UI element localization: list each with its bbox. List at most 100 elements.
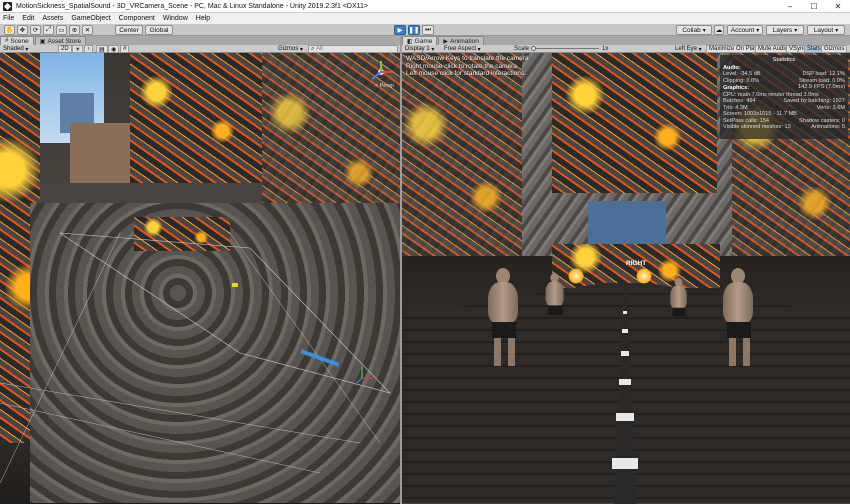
figure-shorts xyxy=(727,322,751,338)
menu-window[interactable]: Window xyxy=(163,15,188,22)
figure-shorts xyxy=(548,305,563,315)
figure-leg xyxy=(743,338,750,366)
camera-frustum-lines xyxy=(0,232,391,484)
space-toggle[interactable]: Global xyxy=(145,25,173,35)
road-dash xyxy=(622,329,628,333)
collab-dropdown[interactable]: Collab xyxy=(676,25,712,35)
stat-verts: Verts: 3.6M xyxy=(816,104,845,111)
fire-burst xyxy=(568,268,584,284)
gizmos-label: Gizmos xyxy=(278,46,299,52)
maximize-button[interactable]: ☐ xyxy=(802,0,826,13)
scene-search-field[interactable]: ⌕ All xyxy=(308,45,398,53)
axis-gizmo-icon xyxy=(371,61,392,80)
game-lava-ceiling-block xyxy=(552,53,717,193)
menu-help[interactable]: Help xyxy=(196,15,210,22)
account-dropdown[interactable]: Account xyxy=(727,25,763,35)
lighting-toggle-icon[interactable]: ☀ xyxy=(72,45,84,53)
menu-component[interactable]: Component xyxy=(119,15,155,22)
perspective-label[interactable]: < Persp xyxy=(375,83,394,89)
title-bar: MotionSickness_SpatialSound - 3D_VRCamer… xyxy=(0,0,850,13)
scene-viewport[interactable]: < Persp xyxy=(0,53,400,504)
aspect-dropdown[interactable]: Free Aspect ▾ xyxy=(444,45,481,53)
tab-game[interactable]: ◧ Game xyxy=(402,36,438,45)
scale-slider-track xyxy=(531,48,599,49)
collab-label: Collab xyxy=(682,26,701,34)
move-tool-icon[interactable]: ✥ xyxy=(17,25,28,35)
scale-label: Scale xyxy=(514,46,530,52)
audio-toggle-icon[interactable]: ♪ xyxy=(84,45,93,53)
game-control-bar: Display 1 ▾ Free Aspect ▾ Scale 1x Left … xyxy=(402,45,850,53)
scene-panel: # Scene ▣ Asset Store Shaded ▾ 2D ☀ ♪ ▤ ◉ … xyxy=(0,36,400,504)
statistics-overlay: Statistics Audio: Level: -34.5 dB DSP loa… xyxy=(720,55,848,139)
gizmos-dropdown[interactable]: Gizmos ▾ xyxy=(278,45,303,53)
cloud-icon[interactable]: ☁ xyxy=(714,25,724,35)
scene-control-bar: Shaded ▾ 2D ☀ ♪ ▤ ◉ # Gizmos ▾ ⌕ All xyxy=(0,45,400,53)
figure-torso xyxy=(670,285,687,309)
road-dash xyxy=(616,413,634,421)
scale-slider[interactable] xyxy=(531,45,599,53)
game-panel: ◧ Game ▶ Animation Display 1 ▾ Free Aspect… xyxy=(402,36,850,504)
menu-file[interactable]: File xyxy=(3,15,14,22)
orientation-gizmo[interactable]: < Persp xyxy=(368,59,394,89)
pause-button[interactable]: ❚❚ xyxy=(408,25,420,35)
rect-tool-icon[interactable]: ▭ xyxy=(56,25,67,35)
road-dash xyxy=(619,379,631,385)
scene-search-placeholder: All xyxy=(316,46,323,52)
road-dash xyxy=(623,311,627,314)
rotate-tool-icon[interactable]: ⟳ xyxy=(30,25,41,35)
effects-toggle-icon[interactable]: ▤ xyxy=(96,45,108,53)
account-label: Account xyxy=(730,26,755,34)
shading-mode-label: Shaded xyxy=(3,46,24,52)
stat-animations: Animations: 0 xyxy=(811,124,845,130)
mode-2d-toggle[interactable]: 2D xyxy=(58,45,72,53)
mute-audio-label: Mute Audio xyxy=(758,46,789,52)
menu-edit[interactable]: Edit xyxy=(22,15,34,22)
scale-slider-thumb[interactable] xyxy=(531,46,536,51)
grid-toggle-icon[interactable]: # xyxy=(120,45,130,53)
search-icon: ⌕ xyxy=(311,45,315,52)
display-dropdown[interactable]: Display 1 ▾ xyxy=(405,45,434,53)
game-viewport[interactable]: RIGHT WASD/Arrow Keys to translate the c… xyxy=(402,53,850,504)
custom-tool-icon[interactable]: ✕ xyxy=(82,25,93,35)
minimize-button[interactable]: – xyxy=(778,0,802,13)
tab-asset-store[interactable]: ▣ Asset Store xyxy=(34,36,87,45)
hidden-objects-icon[interactable]: ◉ xyxy=(108,45,120,53)
menu-assets[interactable]: Assets xyxy=(42,15,63,22)
eye-label: Left Eye xyxy=(675,46,698,52)
unity-logo-icon xyxy=(3,1,12,11)
maximize-on-play-label: Maximize On Play xyxy=(709,46,758,52)
layout-dropdown[interactable]: Layout xyxy=(807,25,845,35)
shading-mode-dropdown[interactable]: Shaded ▾ xyxy=(3,45,28,53)
close-button[interactable]: ✕ xyxy=(826,0,850,13)
tab-scene[interactable]: # Scene xyxy=(0,36,34,45)
stat-fps: 142.9 FPS (7.0ms) xyxy=(798,84,845,90)
hand-tool-icon[interactable]: ✋ xyxy=(4,25,15,35)
animation-tab-icon: ▶ xyxy=(443,38,448,45)
scene-tab-icon: # xyxy=(5,38,9,44)
maximize-on-play-toggle[interactable]: Maximize On Play xyxy=(706,45,761,53)
transform-tool-icon[interactable]: ⊕ xyxy=(69,25,80,35)
figure-shorts xyxy=(672,307,686,317)
game-tab-strip: ◧ Game ▶ Animation xyxy=(402,36,850,45)
layers-dropdown[interactable]: Layers xyxy=(766,25,804,35)
game-gizmos-dropdown[interactable]: Gizmos xyxy=(821,45,848,53)
eye-dropdown[interactable]: Left Eye ▾ xyxy=(675,45,702,53)
scale-tool-icon[interactable]: ⤢ xyxy=(43,25,54,35)
tab-animation-label: Animation xyxy=(450,37,479,45)
aspect-label: Free Aspect xyxy=(444,46,477,52)
pivot-label: Center xyxy=(119,26,139,34)
layout-label: Layout xyxy=(813,26,834,34)
layers-label: Layers xyxy=(772,26,793,34)
pivot-toggle[interactable]: Center xyxy=(115,25,143,35)
play-button[interactable]: ▶ xyxy=(394,25,406,35)
tab-game-label: Game xyxy=(414,37,433,45)
menu-bar: File Edit Assets GameObject Component Wi… xyxy=(0,13,850,24)
menu-gameobject[interactable]: GameObject xyxy=(71,15,110,22)
tab-animation[interactable]: ▶ Animation xyxy=(438,36,484,45)
step-button[interactable]: ⏭ xyxy=(422,25,434,35)
main-toolbar: ✋ ✥ ⟳ ⤢ ▭ ⊕ ✕ Center Global ▶ ❚❚ ⏭ Colla… xyxy=(0,24,850,36)
figure-torso xyxy=(488,282,518,324)
space-label: Global xyxy=(149,26,169,34)
game-tab-icon: ◧ xyxy=(407,38,413,45)
tab-asset-store-label: Asset Store xyxy=(47,37,82,45)
